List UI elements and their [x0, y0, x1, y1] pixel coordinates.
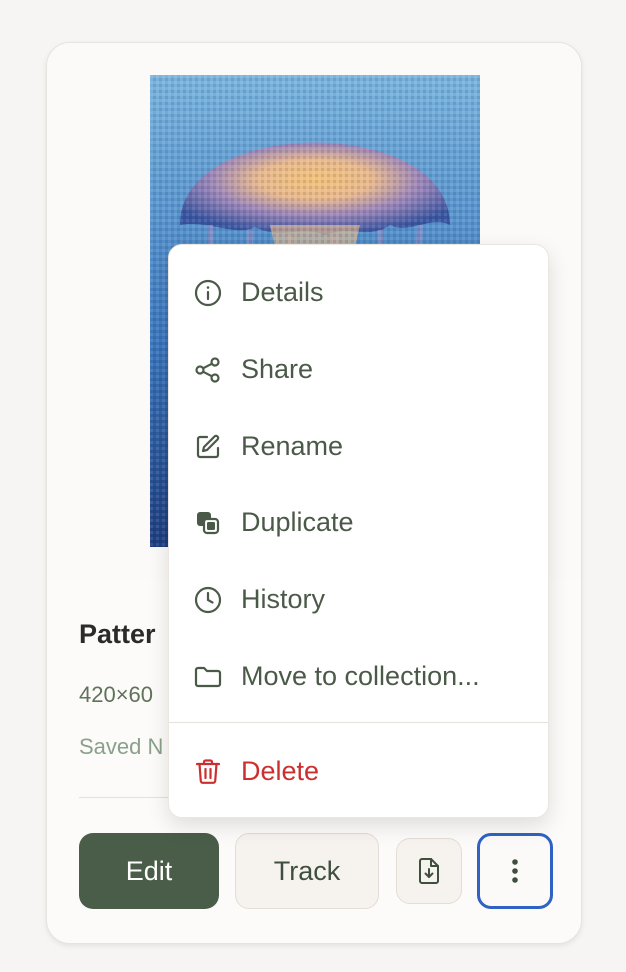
pattern-title: Patter [79, 619, 156, 649]
menu-divider [169, 722, 548, 723]
trash-icon [193, 757, 223, 787]
edit-icon [193, 432, 223, 462]
menu-item-delete[interactable]: Delete [169, 741, 550, 801]
menu-item-label: Duplicate [241, 506, 354, 537]
menu-item-share[interactable]: Share [169, 339, 550, 399]
menu-item-details[interactable]: Details [169, 262, 550, 322]
menu-item-label: Details [241, 276, 324, 307]
download-button[interactable] [396, 838, 462, 904]
pattern-saved-status: Saved N [79, 734, 164, 759]
more-options-button[interactable] [477, 833, 553, 909]
menu-item-rename[interactable]: Rename [169, 416, 550, 476]
menu-item-history[interactable]: History [169, 569, 550, 629]
more-vertical-icon [512, 859, 518, 883]
share-icon [193, 355, 223, 385]
info-icon [193, 278, 223, 308]
menu-item-label: Share [241, 353, 314, 384]
menu-item-label: Move to collection... [241, 660, 480, 691]
file-download-icon [419, 858, 439, 884]
track-button[interactable]: Track [235, 833, 379, 909]
menu-item-label: History [241, 583, 326, 614]
duplicate-icon [193, 508, 223, 538]
menu-item-label: Delete [241, 755, 320, 786]
clock-icon [193, 585, 223, 615]
menu-item-label: Rename [241, 430, 344, 461]
menu-item-move-to-collection[interactable]: Move to collection... [169, 646, 550, 706]
menu-item-duplicate[interactable]: Duplicate [169, 492, 550, 552]
folder-icon [193, 662, 223, 692]
pattern-dimensions: 420×60 [79, 682, 154, 707]
context-menu: Details Share Rename Duplicate History M… [168, 244, 549, 818]
edit-button[interactable]: Edit [79, 833, 219, 909]
